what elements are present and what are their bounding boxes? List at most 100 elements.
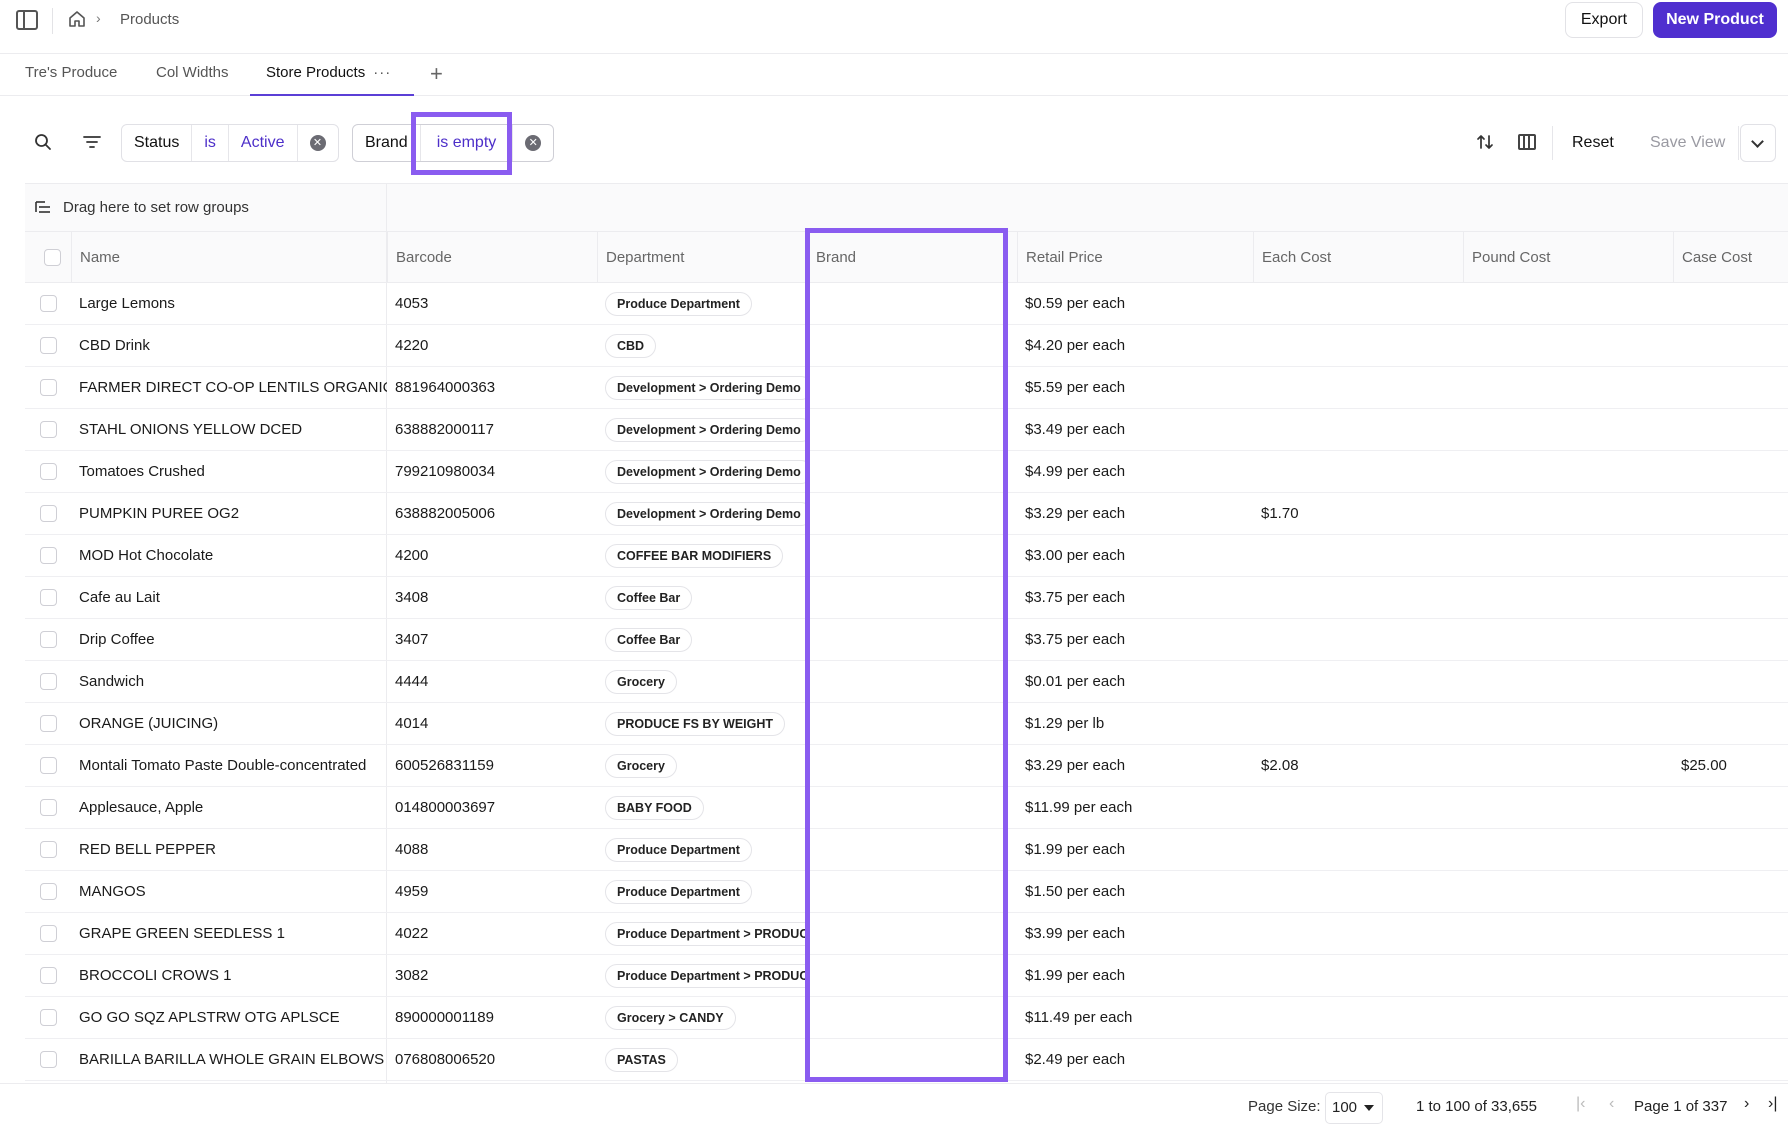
- row-checkbox[interactable]: [40, 589, 57, 606]
- table-row[interactable]: PUMPKIN PUREE OG2 638882005006 Development…: [25, 493, 1788, 535]
- cell-brand[interactable]: [807, 913, 1017, 954]
- cell-pound-cost[interactable]: [1463, 493, 1673, 534]
- cell-brand[interactable]: [807, 871, 1017, 912]
- cell-each-cost[interactable]: [1253, 997, 1463, 1038]
- cell-case-cost[interactable]: [1673, 787, 1788, 828]
- table-row[interactable]: STAHL ONIONS YELLOW DCED 638882000117 Deve…: [25, 409, 1788, 451]
- cell-retail-price[interactable]: $3.75 per each: [1017, 619, 1253, 660]
- column-header-each-cost[interactable]: Each Cost: [1253, 232, 1463, 283]
- row-group-dropzone[interactable]: Drag here to set row groups: [25, 184, 1788, 232]
- column-header-case-cost[interactable]: Case Cost: [1673, 232, 1788, 283]
- cell-retail-price[interactable]: $0.01 per each: [1017, 661, 1253, 702]
- cell-retail-price[interactable]: $3.29 per each: [1017, 745, 1253, 786]
- cell-brand[interactable]: [807, 1039, 1017, 1080]
- cell-each-cost[interactable]: [1253, 325, 1463, 366]
- cell-pound-cost[interactable]: [1463, 577, 1673, 618]
- cell-retail-price[interactable]: $3.00 per each: [1017, 535, 1253, 576]
- cell-department[interactable]: PRODUCE FS BY WEIGHT: [597, 703, 807, 744]
- cell-pound-cost[interactable]: [1463, 367, 1673, 408]
- tab-tres-produce[interactable]: Tre's Produce: [25, 54, 117, 96]
- new-product-button[interactable]: New Product: [1653, 2, 1777, 38]
- add-tab-button[interactable]: +: [430, 61, 443, 87]
- previous-page-icon[interactable]: ‹: [1609, 1095, 1614, 1113]
- cell-department[interactable]: Grocery: [597, 661, 807, 702]
- export-button[interactable]: Export: [1565, 2, 1643, 38]
- cell-retail-price[interactable]: $4.20 per each: [1017, 325, 1253, 366]
- row-checkbox[interactable]: [40, 1009, 57, 1026]
- cell-name[interactable]: Applesauce, Apple: [71, 787, 387, 828]
- cell-pound-cost[interactable]: [1463, 325, 1673, 366]
- row-checkbox[interactable]: [40, 421, 57, 438]
- cell-each-cost[interactable]: [1253, 871, 1463, 912]
- cell-barcode[interactable]: 4444: [387, 661, 597, 702]
- row-checkbox[interactable]: [40, 925, 57, 942]
- select-all-checkbox[interactable]: [44, 249, 61, 266]
- cell-brand[interactable]: [807, 997, 1017, 1038]
- cell-name[interactable]: Sandwich: [71, 661, 387, 702]
- cell-barcode[interactable]: 4053: [387, 283, 597, 324]
- cell-pound-cost[interactable]: [1463, 997, 1673, 1038]
- cell-case-cost[interactable]: [1673, 619, 1788, 660]
- cell-each-cost[interactable]: [1253, 787, 1463, 828]
- table-row[interactable]: MANGOS 4959 Produce Department $1.50 per ea…: [25, 871, 1788, 913]
- cell-barcode[interactable]: 4088: [387, 829, 597, 870]
- filter-operator[interactable]: is empty: [419, 125, 513, 161]
- cell-pound-cost[interactable]: [1463, 535, 1673, 576]
- row-checkbox[interactable]: [40, 547, 57, 564]
- cell-brand[interactable]: [807, 535, 1017, 576]
- cell-pound-cost[interactable]: [1463, 619, 1673, 660]
- table-row[interactable]: ORANGE (JUICING) 4014 PRODUCE FS BY WEIGHT…: [25, 703, 1788, 745]
- cell-retail-price[interactable]: $3.99 per each: [1017, 913, 1253, 954]
- table-row[interactable]: Large Lemons 4053 Produce Department $0.59 …: [25, 283, 1788, 325]
- column-header-retail-price[interactable]: Retail Price: [1017, 232, 1253, 283]
- row-checkbox[interactable]: [40, 505, 57, 522]
- table-row[interactable]: MOD Hot Chocolate 4200 COFFEE BAR MODIFIER…: [25, 535, 1788, 577]
- cell-each-cost[interactable]: $1.70: [1253, 493, 1463, 534]
- cell-name[interactable]: GRAPE GREEN SEEDLESS 1: [71, 913, 387, 954]
- table-row[interactable]: Montali Tomato Paste Double-concentrated…: [25, 745, 1788, 787]
- cell-name[interactable]: Drip Coffee: [71, 619, 387, 660]
- cell-retail-price[interactable]: $5.59 per each: [1017, 367, 1253, 408]
- cell-brand[interactable]: [807, 493, 1017, 534]
- column-header-name[interactable]: Name: [71, 232, 387, 283]
- cell-name[interactable]: PUMPKIN PUREE OG2: [71, 493, 387, 534]
- cell-pound-cost[interactable]: [1463, 409, 1673, 450]
- cell-each-cost[interactable]: [1253, 451, 1463, 492]
- cell-case-cost[interactable]: [1673, 703, 1788, 744]
- cell-barcode[interactable]: 076808006520: [387, 1039, 597, 1080]
- cell-department[interactable]: Produce Department: [597, 283, 807, 324]
- cell-case-cost[interactable]: [1673, 661, 1788, 702]
- cell-each-cost[interactable]: [1253, 1039, 1463, 1080]
- view-options-button[interactable]: [1740, 124, 1776, 162]
- cell-case-cost[interactable]: [1673, 451, 1788, 492]
- cell-pound-cost[interactable]: [1463, 1039, 1673, 1080]
- table-row[interactable]: Tomatoes Crushed 799210980034 Development …: [25, 451, 1788, 493]
- cell-case-cost[interactable]: [1673, 913, 1788, 954]
- filter-chip-status[interactable]: Status is Active ✕: [121, 124, 339, 162]
- cell-case-cost[interactable]: [1673, 1039, 1788, 1080]
- cell-retail-price[interactable]: $11.99 per each: [1017, 787, 1253, 828]
- tab-store-products[interactable]: Store Products ···: [250, 54, 414, 96]
- cell-barcode[interactable]: 4022: [387, 913, 597, 954]
- cell-name[interactable]: BROCCOLI CROWS 1: [71, 955, 387, 996]
- cell-case-cost[interactable]: [1673, 535, 1788, 576]
- cell-department[interactable]: Development > Ordering Demo: [597, 493, 807, 534]
- row-checkbox[interactable]: [40, 841, 57, 858]
- cell-pound-cost[interactable]: [1463, 703, 1673, 744]
- filter-field[interactable]: Status: [122, 125, 191, 161]
- cell-department[interactable]: Produce Department: [597, 829, 807, 870]
- cell-barcode[interactable]: 638882000117: [387, 409, 597, 450]
- cell-retail-price[interactable]: $3.49 per each: [1017, 409, 1253, 450]
- cell-brand[interactable]: [807, 661, 1017, 702]
- table-row[interactable]: RED BELL PEPPER 4088 Produce Department $1.…: [25, 829, 1788, 871]
- remove-filter-icon[interactable]: ✕: [525, 135, 542, 151]
- cell-name[interactable]: Montali Tomato Paste Double-concentrated: [71, 745, 387, 786]
- cell-barcode[interactable]: 638882005006: [387, 493, 597, 534]
- cell-department[interactable]: Grocery > CANDY: [597, 997, 807, 1038]
- column-header-barcode[interactable]: Barcode: [387, 232, 597, 283]
- cell-each-cost[interactable]: [1253, 409, 1463, 450]
- cell-name[interactable]: RED BELL PEPPER: [71, 829, 387, 870]
- cell-brand[interactable]: [807, 283, 1017, 324]
- cell-brand[interactable]: [807, 829, 1017, 870]
- cell-brand[interactable]: [807, 787, 1017, 828]
